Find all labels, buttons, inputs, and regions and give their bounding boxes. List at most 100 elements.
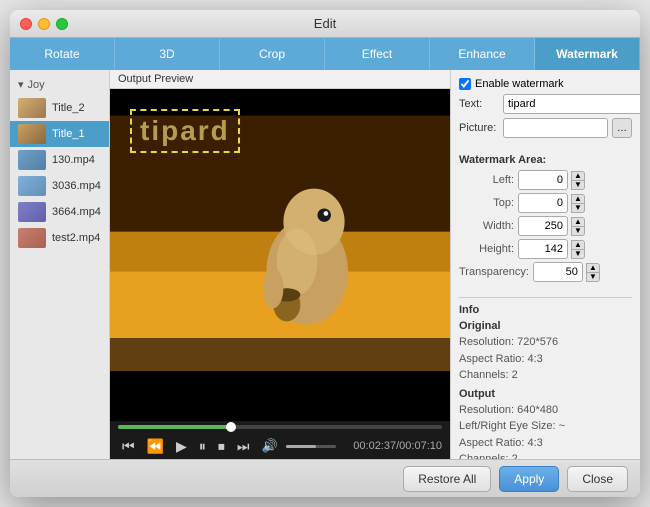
- watermark-area-section: Watermark Area: Left: ▲ ▼ Top: ▲ ▼: [459, 150, 632, 285]
- watermark-text: tipard: [140, 115, 230, 146]
- toolbar: Rotate 3D Crop Effect Enhance Watermark: [10, 38, 640, 70]
- progress-bar-container: [110, 421, 450, 433]
- left-down-arrow[interactable]: ▼: [571, 180, 585, 190]
- stop-button[interactable]: ⏹: [214, 437, 229, 455]
- item-label-test2: test2.mp4: [52, 232, 100, 244]
- output-resolution: Resolution: 640*480: [459, 402, 632, 419]
- restore-all-button[interactable]: Restore All: [403, 466, 491, 492]
- left-input[interactable]: [518, 170, 568, 190]
- top-row: Top: ▲ ▼: [459, 193, 632, 213]
- thumb-title2: [18, 98, 46, 118]
- info-title: Info: [459, 304, 632, 316]
- transparency-label: Transparency:: [459, 266, 529, 278]
- tab-crop[interactable]: Crop: [220, 38, 325, 70]
- volume-fill: [286, 445, 316, 448]
- trans-down-arrow[interactable]: ▼: [586, 272, 600, 282]
- item-label-130: 130.mp4: [52, 154, 95, 166]
- rewind-button[interactable]: ⏪: [143, 437, 168, 455]
- top-spinner: ▲ ▼: [571, 194, 585, 213]
- maximize-window-button[interactable]: [56, 18, 68, 30]
- text-input[interactable]: [503, 94, 640, 114]
- collapse-icon: ▾: [18, 78, 24, 91]
- height-down-arrow[interactable]: ▼: [571, 249, 585, 259]
- pause-button[interactable]: ⏸: [195, 437, 210, 455]
- transparency-row: Transparency: ▲ ▼: [459, 262, 632, 282]
- time-total: 00:07:10: [399, 440, 442, 452]
- main-area: Output Preview: [110, 70, 450, 459]
- item-label-title2: Title_2: [52, 102, 85, 114]
- bottom-bar: Restore All Apply Close: [10, 459, 640, 497]
- transparency-input[interactable]: [533, 262, 583, 282]
- original-resolution: Resolution: 720*576: [459, 334, 632, 351]
- sidebar-item-title2[interactable]: Title_2: [10, 95, 109, 121]
- volume-icon: 🔊: [261, 438, 277, 454]
- width-down-arrow[interactable]: ▼: [571, 226, 585, 236]
- item-label-title1: Title_1: [52, 128, 85, 140]
- progress-thumb[interactable]: [226, 422, 236, 432]
- edit-window: Edit Rotate 3D Crop Effect Enhance Water…: [10, 10, 640, 497]
- sidebar-item-3664[interactable]: 3664.mp4: [10, 199, 109, 225]
- enable-watermark-row: Enable watermark: [459, 78, 632, 90]
- info-section: Info Original Resolution: 720*576 Aspect…: [459, 297, 632, 459]
- width-row: Width: ▲ ▼: [459, 216, 632, 236]
- right-panel: Enable watermark Text: T ⊞ Picture:: [450, 70, 640, 459]
- left-label: Left:: [459, 174, 514, 186]
- watermark-area-title: Watermark Area:: [459, 154, 632, 166]
- width-input[interactable]: [518, 216, 568, 236]
- original-aspect: Aspect Ratio: 4:3: [459, 351, 632, 368]
- watermark-overlay[interactable]: tipard: [130, 109, 240, 153]
- transparency-spinner: ▲ ▼: [586, 263, 600, 282]
- title-bar: Edit: [10, 10, 640, 38]
- video-container: tipard: [110, 89, 450, 421]
- sidebar-item-3036[interactable]: 3036.mp4: [10, 173, 109, 199]
- video-scene: tipard: [110, 89, 450, 421]
- enable-watermark-section: Enable watermark Text: T ⊞ Picture:: [459, 78, 632, 142]
- top-label: Top:: [459, 197, 514, 209]
- tab-rotate[interactable]: Rotate: [10, 38, 115, 70]
- time-current: 00:02:37: [353, 440, 396, 452]
- text-field-row: Text: T ⊞: [459, 94, 632, 114]
- tab-enhance[interactable]: Enhance: [430, 38, 535, 70]
- picture-label: Picture:: [459, 122, 499, 134]
- group-label: Joy: [28, 79, 45, 91]
- thumb-130: [18, 150, 46, 170]
- top-down-arrow[interactable]: ▼: [571, 203, 585, 213]
- black-bar-bottom: [110, 371, 450, 421]
- left-spinner: ▲ ▼: [571, 171, 585, 190]
- close-window-button[interactable]: [20, 18, 32, 30]
- picture-browse-button[interactable]: …: [612, 118, 632, 138]
- height-input[interactable]: [518, 239, 568, 259]
- minimize-window-button[interactable]: [38, 18, 50, 30]
- output-eye-size: Left/Right Eye Size: ~: [459, 418, 632, 435]
- output-channels: Channels: 2: [459, 451, 632, 459]
- sidebar-group-joy: ▾ Joy: [10, 74, 109, 95]
- left-row: Left: ▲ ▼: [459, 170, 632, 190]
- picture-input[interactable]: [503, 118, 608, 138]
- item-label-3036: 3036.mp4: [52, 180, 101, 192]
- progress-track[interactable]: [118, 425, 442, 429]
- tab-watermark[interactable]: Watermark: [535, 38, 640, 70]
- sidebar-item-130[interactable]: 130.mp4: [10, 147, 109, 173]
- sidebar-item-test2[interactable]: test2.mp4: [10, 225, 109, 251]
- width-spinner: ▲ ▼: [571, 217, 585, 236]
- output-label: Output: [459, 388, 632, 400]
- close-dialog-button[interactable]: Close: [567, 466, 628, 492]
- height-row: Height: ▲ ▼: [459, 239, 632, 259]
- thumb-3664: [18, 202, 46, 222]
- playback-controls: ⏮ ⏪ ▶ ⏸ ⏹ ⏭ 🔊 00:02:37/00:07:10: [110, 433, 450, 459]
- volume-track[interactable]: [286, 445, 336, 448]
- sidebar-item-title1[interactable]: Title_1: [10, 121, 109, 147]
- play-button[interactable]: ▶: [172, 437, 191, 455]
- thumb-title1: [18, 124, 46, 144]
- top-input[interactable]: [518, 193, 568, 213]
- tab-effect[interactable]: Effect: [325, 38, 430, 70]
- window-title: Edit: [314, 16, 336, 31]
- thumb-test2: [18, 228, 46, 248]
- next-button[interactable]: ⏭: [233, 437, 254, 455]
- enable-watermark-checkbox[interactable]: [459, 78, 471, 90]
- prev-button[interactable]: ⏮: [118, 437, 139, 455]
- tab-3d[interactable]: 3D: [115, 38, 220, 70]
- apply-button[interactable]: Apply: [499, 466, 559, 492]
- progress-fill: [118, 425, 231, 429]
- thumb-3036: [18, 176, 46, 196]
